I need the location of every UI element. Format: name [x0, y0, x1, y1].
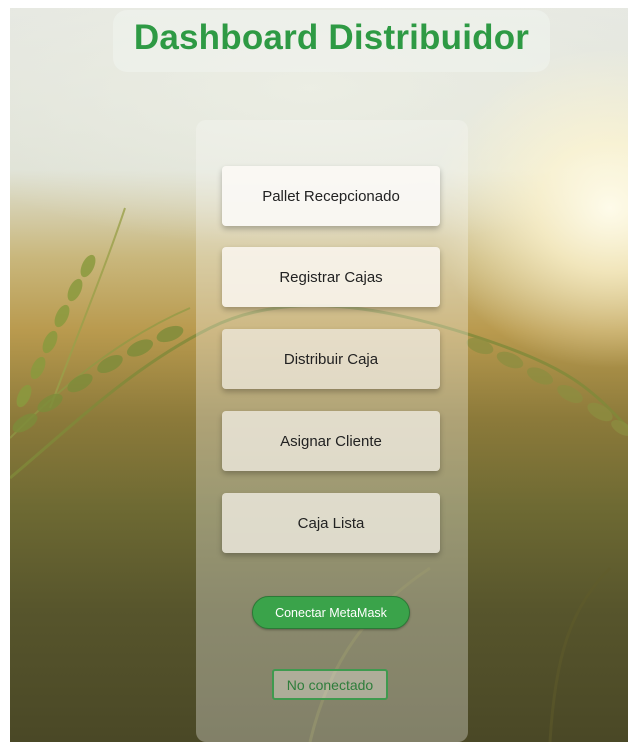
asignar-cliente-button[interactable]: Asignar Cliente [222, 411, 440, 471]
pallet-recepcionado-button[interactable]: Pallet Recepcionado [222, 166, 440, 226]
distribuir-caja-button[interactable]: Distribuir Caja [222, 329, 440, 389]
connection-status-badge: No conectado [272, 669, 388, 700]
registrar-cajas-button[interactable]: Registrar Cajas [222, 247, 440, 307]
caja-lista-button[interactable]: Caja Lista [222, 493, 440, 553]
page-title: Dashboard Distribuidor [133, 18, 530, 57]
connect-metamask-button[interactable]: Conectar MetaMask [252, 596, 410, 629]
